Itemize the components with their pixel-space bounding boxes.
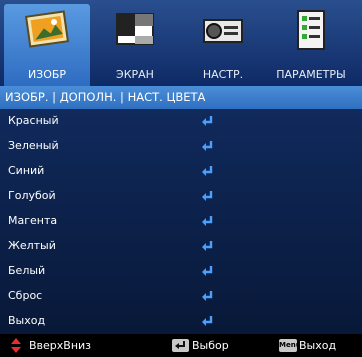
screen-icon [116,13,154,45]
tab-screen[interactable]: ЭКРАН [92,4,178,86]
enter-arrow-icon [202,266,213,276]
color-settings-list: Красный Зеленый Синий Голубой Магента Же… [0,109,362,334]
menu-key-icon: Menu [279,339,301,352]
menu-item-reset[interactable]: Сброс [0,284,362,309]
menu-tab-bar: ИЗОБР ЭКРАН НАСТР. ПАРАМЕТРЫ [0,0,362,86]
menu-item-label: Синий [8,164,45,177]
menu-item-magenta[interactable]: Магента [0,209,362,234]
menu-item-label: Сброс [8,289,43,302]
menu-item-cyan[interactable]: Голубой [0,184,362,209]
menu-item-white[interactable]: Белый [0,259,362,284]
menu-item-yellow[interactable]: Желтый [0,234,362,259]
enter-arrow-icon [202,291,213,301]
enter-key-icon [172,339,189,352]
setup-projector-icon [203,19,243,43]
up-down-arrow-icon [11,338,21,353]
select-hint: Выбор [192,339,229,352]
exit-hint: Выход [299,339,337,352]
enter-arrow-icon [202,191,213,201]
enter-arrow-icon [202,241,213,251]
menu-item-blue[interactable]: Синий [0,159,362,184]
menu-item-label: Магента [8,214,58,227]
enter-arrow-icon [202,166,213,176]
tab-options[interactable]: ПАРАМЕТРЫ [268,4,354,86]
menu-item-red[interactable]: Красный [0,109,362,134]
tab-label: ИЗОБР [27,68,67,81]
enter-arrow-icon [202,116,213,126]
menu-item-green[interactable]: Зеленый [0,134,362,159]
breadcrumb: ИЗОБР. | ДОПОЛН. | НАСТ. ЦВЕТА [0,86,362,109]
image-icon [24,10,70,48]
menu-item-label: Зеленый [8,139,59,152]
tab-label: ЭКРАН [116,68,154,81]
options-list-icon [297,10,325,50]
menu-item-exit[interactable]: Выход [0,309,362,334]
tab-image[interactable]: ИЗОБР [4,4,90,86]
menu-item-label: Выход [8,314,46,327]
enter-arrow-icon [202,141,213,151]
menu-item-label: Голубой [8,189,56,202]
tab-label: НАСТР. [202,68,244,81]
menu-item-label: Красный [8,114,59,127]
menu-item-label: Белый [8,264,46,277]
tab-label: ПАРАМЕТРЫ [276,68,346,81]
menu-item-label: Желтый [8,239,56,252]
enter-arrow-icon [202,316,213,326]
enter-arrow-icon [202,216,213,226]
tab-setup[interactable]: НАСТР. [180,4,266,86]
updown-hint: ВверхВниз [29,339,92,352]
key-hint-bar: ВверхВниз Выбор Menu Выход [0,334,362,357]
